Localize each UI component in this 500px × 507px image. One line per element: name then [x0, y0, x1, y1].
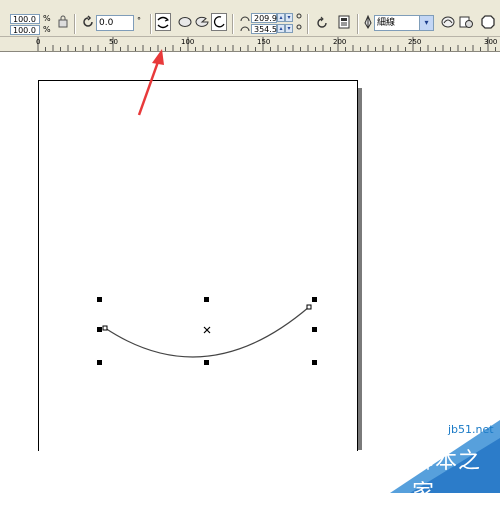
selection-handle[interactable] — [97, 327, 102, 332]
arc-button[interactable] — [211, 13, 227, 31]
ellipse-icon — [178, 17, 192, 27]
spin-down-button[interactable]: ▾ — [285, 24, 293, 33]
ruler-ticks — [37, 37, 496, 51]
lock-ratio-button[interactable] — [56, 14, 72, 32]
octagon-icon — [481, 15, 495, 29]
spin-down-button[interactable]: ▾ — [285, 13, 293, 22]
arc-icon — [213, 16, 225, 28]
object-properties-button[interactable] — [458, 14, 474, 32]
pen-icon — [364, 14, 372, 29]
annotation-arrow — [137, 49, 164, 116]
arc-angle-icon — [240, 16, 250, 32]
rotate-button[interactable] — [80, 14, 96, 32]
selection-handle[interactable] — [97, 360, 102, 365]
ruler-label: 0 — [36, 38, 41, 46]
toolbar-separator — [232, 14, 234, 34]
direction-icon — [317, 16, 327, 28]
selection-handle[interactable] — [97, 297, 102, 302]
rotation-angle-field[interactable]: 0.0 — [96, 15, 134, 31]
convert-to-curves-button[interactable] — [440, 14, 456, 32]
selection-handle[interactable] — [204, 360, 209, 365]
toolbar-separator — [357, 14, 359, 34]
wrap-text-button[interactable] — [336, 14, 352, 32]
outline-width-select[interactable]: 細線 ▾ — [374, 15, 434, 31]
pie-icon — [195, 16, 209, 27]
ruler-label: 50 — [109, 38, 118, 46]
ruler-label: 150 — [257, 38, 271, 46]
arc-direction-button[interactable] — [155, 13, 171, 31]
ruler-label: 100 — [181, 38, 195, 46]
direction-button[interactable] — [314, 14, 330, 32]
wrap-text-icon — [338, 15, 350, 29]
toolbar-separator — [74, 14, 76, 34]
degree-icon — [296, 13, 302, 30]
watermark-site-name: 脚本之家 — [412, 449, 482, 506]
convert-curves-icon — [441, 16, 455, 28]
document-page[interactable] — [38, 80, 358, 451]
watermark-url: jb51.net — [448, 423, 494, 436]
pie-button[interactable] — [194, 14, 210, 32]
chevron-down-icon[interactable]: ▾ — [419, 16, 433, 30]
toolbar-separator — [150, 14, 152, 34]
ruler-label: 300 — [484, 38, 498, 46]
width-field[interactable]: 100.0 — [10, 14, 40, 24]
selection-handle[interactable] — [204, 297, 209, 302]
outline-width-value: 細線 — [377, 18, 396, 28]
shape-button[interactable] — [480, 14, 496, 32]
ruler-label: 200 — [333, 38, 347, 46]
start-angle-field[interactable]: 209.9 — [251, 13, 277, 23]
percent-label: % — [43, 14, 51, 23]
ruler-label: 250 — [408, 38, 422, 46]
selection-handle[interactable] — [312, 360, 317, 365]
arc-direction-icon — [157, 16, 169, 29]
ellipse-button[interactable] — [177, 14, 193, 32]
horizontal-ruler: 0 50 100 150 200 250 300 — [0, 37, 500, 52]
percent-label: % — [43, 25, 51, 34]
object-properties-icon — [459, 16, 473, 28]
rotate-icon — [83, 15, 93, 27]
lock-icon — [58, 15, 68, 28]
height-field[interactable]: 100.0 — [10, 25, 40, 35]
spin-up-button[interactable]: ▴ — [277, 13, 285, 22]
toolbar-separator — [307, 14, 309, 34]
end-angle-field[interactable]: 354.5 — [251, 24, 277, 34]
selection-handle[interactable] — [312, 327, 317, 332]
degree-label: ° — [137, 16, 141, 25]
spin-up-button[interactable]: ▴ — [277, 24, 285, 33]
selection-handle[interactable] — [312, 297, 317, 302]
